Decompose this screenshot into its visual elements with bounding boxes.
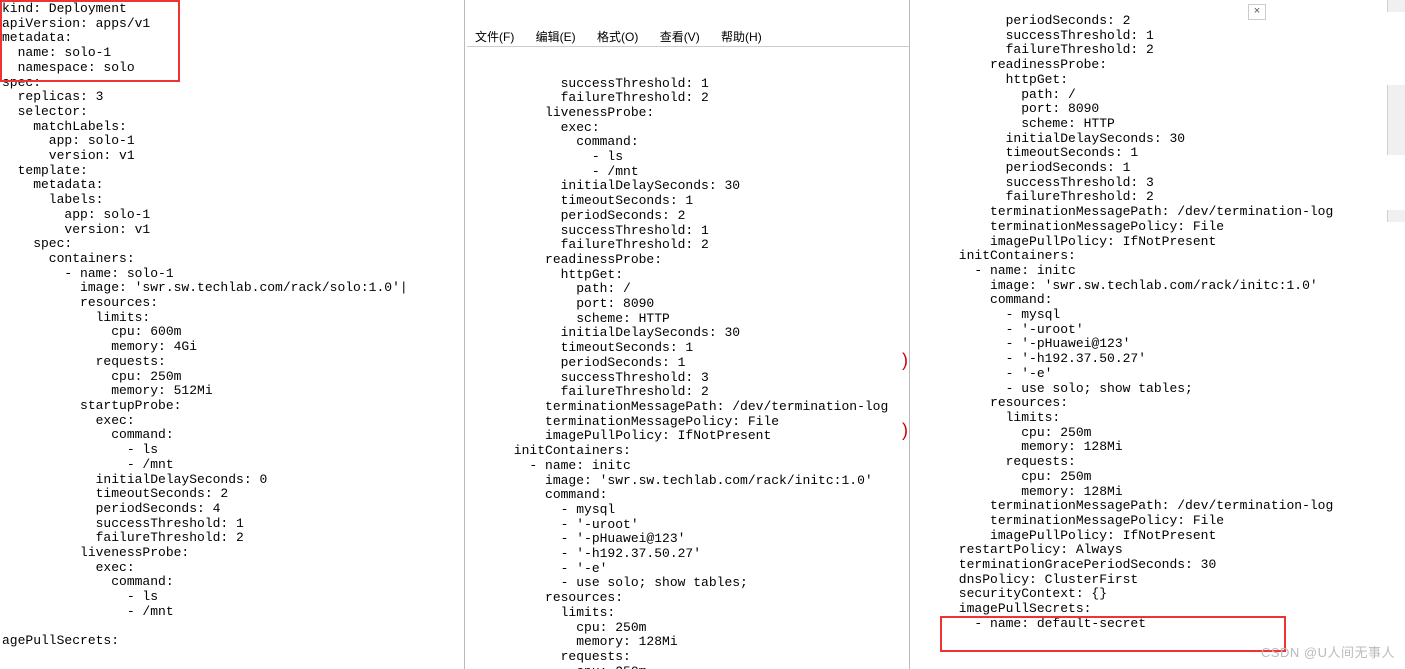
side-handle: [1387, 85, 1405, 155]
menu-view[interactable]: 查看(V): [660, 30, 700, 45]
yaml-content-middle[interactable]: successThreshold: 1 failureThreshold: 2 …: [467, 77, 909, 669]
yaml-content-right[interactable]: periodSeconds: 2 successThreshold: 1 fai…: [912, 2, 1385, 632]
watermark-text: CSDN @U人间无事人: [1261, 642, 1395, 661]
menubar: 文件(F) 编辑(E) 格式(O) 查看(V) 帮助(H): [467, 29, 909, 47]
editor-pane-middle[interactable]: 文件(F) 编辑(E) 格式(O) 查看(V) 帮助(H) successThr…: [465, 0, 910, 669]
editor-pane-right[interactable]: periodSeconds: 2 successThreshold: 1 fai…: [910, 0, 1385, 669]
menu-file[interactable]: 文件(F): [475, 30, 514, 45]
menu-edit[interactable]: 编辑(E): [536, 30, 576, 45]
side-handle: [1387, 0, 1405, 12]
side-handle: [1387, 210, 1405, 222]
menu-help[interactable]: 帮助(H): [721, 30, 762, 45]
editor-pane-left[interactable]: kind: Deployment apiVersion: apps/v1 met…: [0, 0, 465, 669]
menu-format[interactable]: 格式(O): [597, 30, 638, 45]
yaml-content-left[interactable]: kind: Deployment apiVersion: apps/v1 met…: [2, 2, 464, 649]
